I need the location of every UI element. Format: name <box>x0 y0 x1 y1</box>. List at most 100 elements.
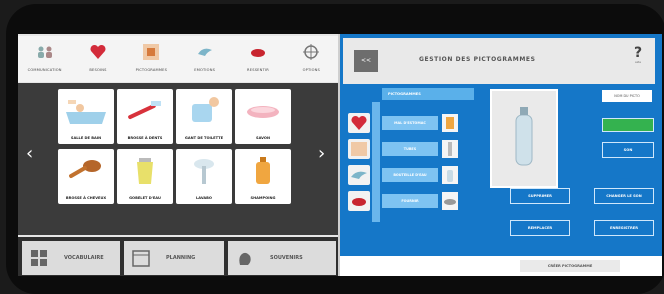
list-thumb <box>348 139 370 159</box>
tube-icon <box>448 142 452 156</box>
bottle-icon <box>515 107 533 166</box>
pictogram-preview <box>490 89 558 188</box>
tab-besoins[interactable]: Besoins <box>71 36 124 82</box>
picto-card[interactable]: Gant de toilette <box>176 89 232 144</box>
record-button[interactable]: Enregistrer <box>594 220 654 236</box>
list-thumb <box>348 191 370 211</box>
tab-communication[interactable]: Communication <box>18 36 71 82</box>
manager-header: << Gestion des pictogrammes ? aide <box>343 38 655 84</box>
object-icon <box>444 199 456 205</box>
card-label: Shampoing <box>250 196 276 200</box>
picto-card[interactable]: Salle de bain <box>58 89 114 144</box>
help-label: aide <box>635 60 641 64</box>
tab-label: Options <box>302 68 321 72</box>
lips-icon <box>352 198 366 206</box>
card-label: Savon <box>256 136 270 140</box>
list-item-label: Fournir <box>382 194 438 208</box>
category-tabs: Communication Besoins Pictogrammes Emoti… <box>18 36 338 82</box>
list-item[interactable]: Bouteille d'eau <box>344 164 470 186</box>
tab-label: Besoins <box>89 68 107 72</box>
prev-page-button[interactable]: ‹ <box>26 143 33 164</box>
card-label: Salle de bain <box>70 136 102 140</box>
card-label: Brosse à dents <box>127 136 163 140</box>
sound-button[interactable]: Son <box>602 142 654 158</box>
washcloth-icon <box>192 97 219 122</box>
list-item-label: Bouteille d'eau <box>382 168 438 182</box>
tab-pictogrammes[interactable]: Pictogrammes <box>125 36 178 82</box>
picto-card[interactable]: Lavabo <box>176 149 232 204</box>
pictogram-list: Pictogrammes Mal d'estomac Tubes Bouteil… <box>344 86 474 222</box>
heart-icon <box>351 115 367 130</box>
sink-icon <box>194 159 214 184</box>
heart-icon <box>90 44 106 59</box>
back-button[interactable]: << <box>354 50 378 72</box>
list-thumb <box>348 165 370 185</box>
toothbrush-icon <box>128 101 161 120</box>
hairbrush-icon <box>69 160 101 178</box>
bottle-icon <box>447 170 453 182</box>
cup-icon <box>446 117 454 129</box>
card-label: Gobelet d'eau <box>129 196 161 200</box>
picto-card[interactable]: Brosse à cheveux <box>58 149 114 204</box>
pictogram-grid: ‹ › Salle de bain Brosse à dents Gant de… <box>18 83 338 235</box>
gear-icon <box>303 44 320 60</box>
souvenirs-button[interactable]: Souvenirs <box>228 241 336 275</box>
picto-icon <box>143 44 160 60</box>
lips-icon <box>250 49 265 57</box>
bathtub-icon <box>66 100 106 124</box>
button-label: Souvenirs <box>270 255 303 261</box>
picto-card[interactable]: Brosse à dents <box>117 89 173 144</box>
planning-button[interactable]: Planning <box>124 241 224 275</box>
page-title: Gestion des pictogrammes <box>419 56 536 63</box>
pictogram-manager-panel: << Gestion des pictogrammes ? aide Picto… <box>340 34 662 276</box>
vocabulary-button[interactable]: Vocabulaire <box>22 241 120 275</box>
replace-button[interactable]: Remplacer <box>510 220 570 236</box>
tab-emotions[interactable]: Emotions <box>178 36 231 82</box>
bottom-toolbar: Vocabulaire Planning Souvenirs <box>18 237 338 276</box>
tab-label: Pictogrammes <box>135 68 168 72</box>
calendar-icon <box>132 250 150 267</box>
shampoo-icon <box>256 157 270 184</box>
confirm-button[interactable] <box>602 118 654 132</box>
picto-card[interactable]: Savon <box>235 89 291 144</box>
tab-label: Emotions <box>194 68 216 72</box>
tab-label: Ressentir <box>247 68 269 72</box>
communication-panel: Communication Besoins Pictogrammes Emoti… <box>18 34 338 276</box>
vocab-icon <box>31 250 47 266</box>
list-item-thumb <box>442 166 458 184</box>
button-label: Vocabulaire <box>64 255 104 261</box>
soap-icon <box>247 106 279 118</box>
tab-ressentir[interactable]: Ressentir <box>231 36 284 82</box>
card-label: Lavabo <box>196 196 212 200</box>
picto-card[interactable]: Shampoing <box>235 149 291 204</box>
change-sound-button[interactable]: Changer le son <box>594 188 654 204</box>
help-button[interactable]: ? aide <box>629 46 647 64</box>
app-screen: Communication Besoins Pictogrammes Emoti… <box>18 34 662 276</box>
list-item-label: Tubes <box>382 142 438 156</box>
manager-footer: Créer pictogramme <box>340 256 662 276</box>
tab-options[interactable]: Options <box>285 36 338 82</box>
list-item[interactable]: Tubes <box>344 138 470 160</box>
create-pictogram-button[interactable]: Créer pictogramme <box>520 260 620 272</box>
list-item[interactable]: Fournir <box>344 190 470 212</box>
list-header: Pictogrammes <box>382 88 474 100</box>
button-label: Planning <box>166 255 196 261</box>
people-icon <box>37 46 52 58</box>
water-cup-icon <box>137 158 153 184</box>
hand-icon <box>239 252 251 265</box>
picto-icon <box>351 142 367 156</box>
next-page-button[interactable]: › <box>318 143 325 164</box>
card-label: Brosse à cheveux <box>65 196 107 200</box>
list-item-thumb <box>442 192 458 210</box>
bird-icon <box>351 171 367 179</box>
picto-card[interactable]: Gobelet d'eau <box>117 149 173 204</box>
bird-icon <box>197 48 212 56</box>
tab-label: Communication <box>27 68 62 72</box>
list-item-thumb <box>442 114 458 132</box>
card-label: Gant de toilette <box>184 136 224 140</box>
name-field[interactable]: Nom du picto <box>602 90 652 102</box>
list-item[interactable]: Mal d'estomac <box>344 112 470 134</box>
list-item-label: Mal d'estomac <box>382 116 438 130</box>
delete-button[interactable]: Supprimer <box>510 188 570 204</box>
help-icon: ? <box>633 45 643 61</box>
